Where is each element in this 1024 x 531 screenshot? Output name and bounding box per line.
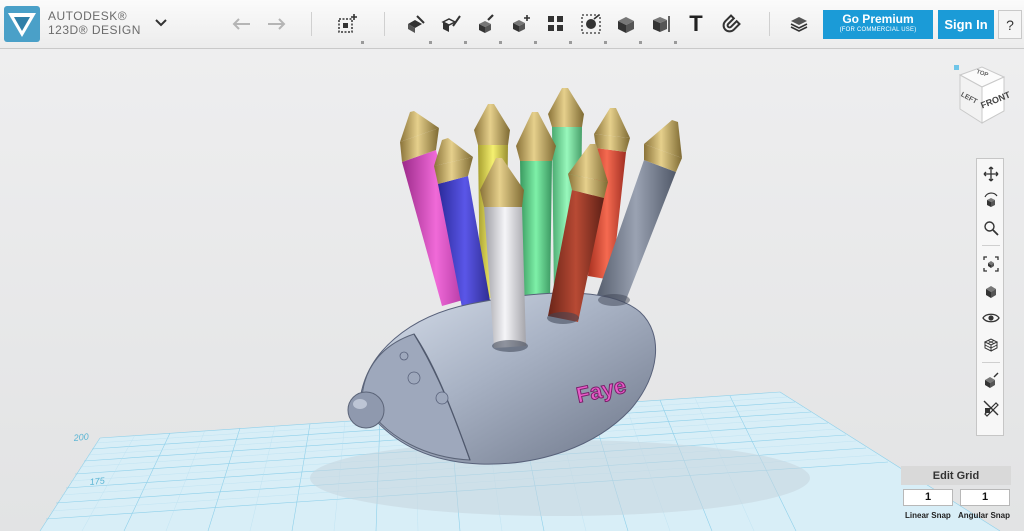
pattern-button[interactable]: [507, 10, 537, 44]
eye-icon: [982, 313, 1000, 323]
top-toolbar: AUTODESK® 123D® DESIGN T Go Premium (FOR…: [0, 0, 1024, 49]
sign-in-button[interactable]: Sign In: [938, 10, 994, 39]
brand-line-autodesk: AUTODESK®: [48, 9, 128, 23]
autodesk-logo-icon: [4, 6, 40, 42]
fit-button[interactable]: [980, 253, 1002, 275]
combine-button[interactable]: [577, 10, 607, 44]
navigation-toolbar: [976, 158, 1004, 436]
magnet-icon: [722, 14, 741, 33]
view-cube[interactable]: TOP LEFT FRONT: [946, 61, 1012, 131]
material-button[interactable]: [785, 10, 813, 38]
fit-view-icon: [983, 256, 999, 272]
scene-canvas[interactable]: 200 175 Faye: [0, 49, 1024, 531]
zoom-button[interactable]: [980, 217, 1002, 239]
edit-grid-button[interactable]: Edit Grid: [901, 466, 1011, 485]
brand-line-product: 123D® DESIGN: [48, 23, 141, 37]
undo-button[interactable]: [228, 10, 256, 38]
group-button[interactable]: [542, 10, 572, 44]
toolbar-divider: [311, 12, 312, 36]
pencil-slash-icon: [983, 400, 999, 417]
go-premium-label: Go Premium: [842, 12, 914, 26]
3d-viewport[interactable]: 200 175 Faye TOP LEFT FRONT Edit Grid 1 …: [0, 49, 1024, 531]
nav-divider: [982, 362, 1000, 363]
magnifier-icon: [984, 221, 999, 236]
angular-snap-label: Angular Snap: [958, 511, 1011, 520]
orbit-icon: [984, 192, 998, 207]
combine-icon: [581, 14, 601, 34]
linear-snap-input[interactable]: 1: [903, 489, 953, 506]
orbit-button[interactable]: [980, 190, 1002, 212]
views-button[interactable]: [980, 280, 1002, 302]
toolbar-divider: [384, 12, 385, 36]
group-icon: [548, 16, 563, 31]
box-wand-icon: [985, 372, 999, 388]
pan-button[interactable]: [980, 163, 1002, 185]
toolbar-divider: [769, 12, 770, 36]
add-to-group-button[interactable]: [980, 370, 1002, 392]
pan-icon: [983, 166, 999, 182]
construct-icon: [441, 15, 461, 32]
linear-snap-label: Linear Snap: [905, 511, 951, 520]
view-cube-icon: [986, 286, 996, 298]
help-button[interactable]: ?: [998, 10, 1022, 39]
eraser-button[interactable]: [980, 397, 1002, 419]
app-menu-chevron-icon[interactable]: [153, 14, 169, 30]
go-premium-button[interactable]: Go Premium (FOR COMMERCIAL USE): [823, 10, 933, 39]
snap-button[interactable]: [717, 10, 745, 38]
sketch-icon: [408, 15, 425, 33]
text-tool-button[interactable]: T: [682, 10, 710, 38]
redo-button[interactable]: [262, 10, 290, 38]
sketch-button[interactable]: [402, 10, 432, 44]
grid-label-200: 200: [72, 431, 89, 443]
nav-divider: [982, 245, 1000, 246]
text-box-button[interactable]: [647, 10, 677, 44]
angular-snap-input[interactable]: 1: [960, 489, 1010, 506]
modify-icon: [479, 14, 494, 33]
construct-button[interactable]: [437, 10, 467, 44]
grid-label-175: 175: [89, 475, 106, 487]
go-premium-sublabel: (FOR COMMERCIAL USE): [839, 27, 917, 33]
text-icon: T: [689, 11, 703, 36]
pattern-icon: [513, 15, 530, 32]
primitives-icon: [338, 14, 357, 33]
measure-button[interactable]: [612, 10, 642, 44]
measure-icon: [618, 17, 634, 33]
material-grid-icon: [983, 338, 999, 352]
outline-materials-button[interactable]: [980, 334, 1002, 356]
brand-name: AUTODESK® 123D® DESIGN: [48, 9, 141, 37]
ruler-box-icon: [653, 16, 670, 32]
modify-button[interactable]: [472, 10, 502, 44]
primitives-button[interactable]: [334, 10, 364, 44]
visibility-button[interactable]: [980, 307, 1002, 329]
layers-icon: [790, 17, 808, 32]
